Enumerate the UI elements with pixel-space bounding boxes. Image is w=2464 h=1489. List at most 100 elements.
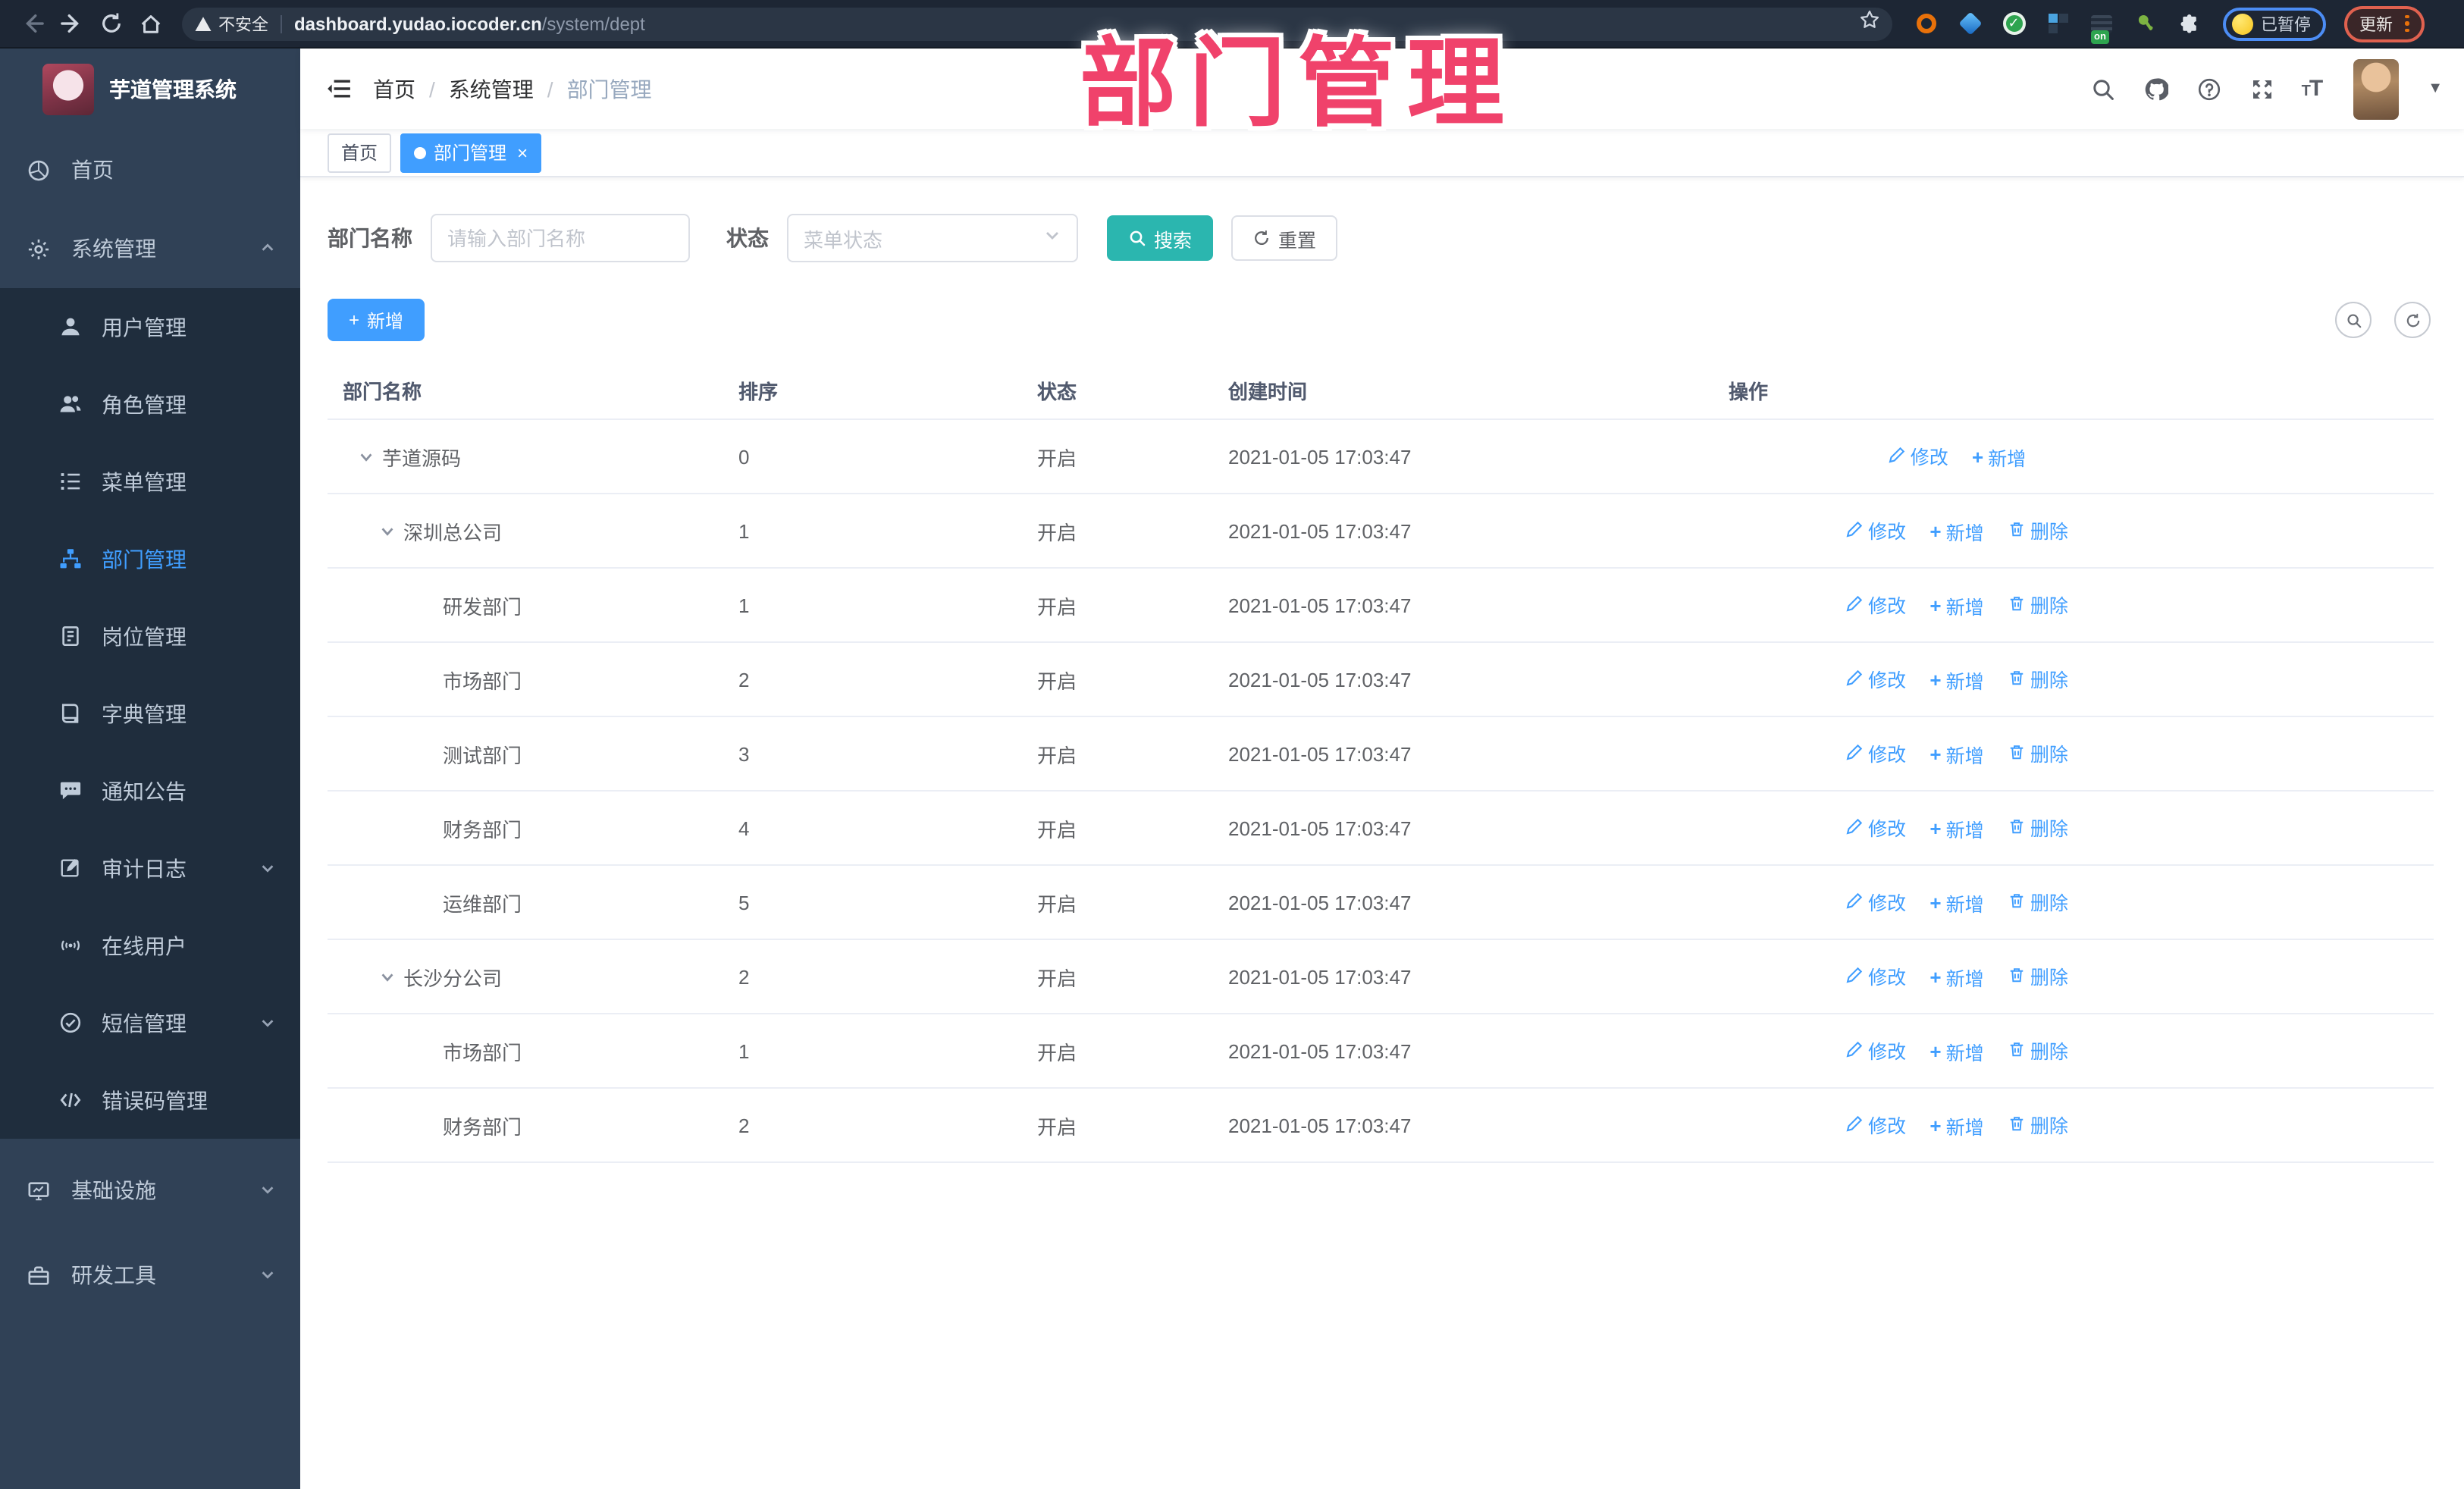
delete-link[interactable]: 删除	[2008, 738, 2068, 767]
avatar-caret-icon[interactable]: ▼	[2428, 80, 2443, 97]
add-child-link[interactable]: + 新增	[1930, 815, 1983, 844]
browser-profile-chip[interactable]: 已暂停	[2223, 7, 2326, 40]
help-icon[interactable]	[2196, 75, 2223, 102]
delete-link[interactable]: 删除	[2008, 1036, 2068, 1064]
extension-key-icon[interactable]	[2133, 11, 2158, 36]
tag-departments[interactable]: 部门管理 ×	[400, 133, 542, 172]
add-child-link[interactable]: + 新增	[1930, 666, 1983, 695]
active-tag-dot	[414, 146, 427, 158]
signal-waves-icon	[61, 940, 80, 951]
close-icon[interactable]: ×	[517, 142, 528, 163]
delete-link[interactable]: 删除	[2008, 516, 2068, 544]
dashboard-icon	[28, 159, 49, 180]
delete-link[interactable]: 删除	[2008, 813, 2068, 842]
add-label: 新增	[1945, 523, 1984, 545]
sidebar-item-online-users[interactable]: 在线用户	[0, 907, 300, 984]
github-icon[interactable]	[2143, 75, 2170, 102]
bookmark-star-icon[interactable]	[1859, 9, 1880, 38]
add-child-link[interactable]: + 新增	[1972, 444, 2026, 472]
add-child-link[interactable]: + 新增	[1930, 518, 1983, 547]
delete-link[interactable]: 删除	[2008, 887, 2068, 916]
delete-link[interactable]: 删除	[2008, 590, 2068, 619]
edit-link[interactable]: 修改	[1845, 664, 1906, 693]
sidebar-item-error-codes[interactable]: 错误码管理	[0, 1061, 300, 1139]
expand-chevron-icon[interactable]	[358, 448, 375, 465]
extension-grid-icon[interactable]	[2045, 11, 2070, 36]
dept-created: 2021-01-05 17:03:47	[1213, 716, 1713, 792]
expand-chevron-icon[interactable]	[379, 522, 396, 539]
dept-sort: 1	[723, 568, 1022, 643]
delete-link[interactable]: 删除	[2008, 1110, 2068, 1139]
tag-home[interactable]: 首页	[328, 133, 392, 172]
font-size-icon[interactable]: TT	[2302, 76, 2324, 102]
status-select[interactable]: 菜单状态	[787, 214, 1078, 262]
add-child-link[interactable]: + 新增	[1930, 741, 1983, 770]
edit-link[interactable]: 修改	[1845, 961, 1906, 990]
not-secure-warning[interactable]: 不安全	[194, 11, 268, 36]
sidebar-item-dict[interactable]: 字典管理	[0, 675, 300, 752]
extension-gem-icon[interactable]	[1958, 11, 1982, 36]
edit-label: 修改	[1868, 818, 1907, 840]
browser-reload-button[interactable]	[91, 4, 130, 43]
chevron-up-icon	[259, 237, 276, 261]
fullscreen-icon[interactable]	[2249, 75, 2276, 102]
extensions-puzzle-icon[interactable]	[2177, 11, 2202, 36]
sidebar-item-users[interactable]: 用户管理	[0, 288, 300, 365]
table-row: 测试部门 3 开启 2021-01-05 17:03:47 修改 + 新增 删除	[328, 716, 2434, 792]
add-child-link[interactable]: + 新增	[1930, 889, 1983, 918]
sidebar-item-menus[interactable]: 菜单管理	[0, 443, 300, 520]
sidebar-item-system[interactable]: 系统管理	[0, 209, 300, 288]
breadcrumb-home[interactable]: 首页	[373, 74, 415, 104]
add-button-label: 新增	[367, 310, 404, 331]
add-child-link[interactable]: + 新增	[1930, 592, 1983, 621]
edit-link[interactable]: 修改	[1845, 1110, 1906, 1139]
edit-link[interactable]: 修改	[1888, 441, 1948, 470]
add-department-button[interactable]: + 新增	[328, 299, 425, 341]
edit-link[interactable]: 修改	[1845, 590, 1906, 619]
add-child-link[interactable]: + 新增	[1930, 1112, 1983, 1141]
search-icon[interactable]	[2089, 75, 2117, 102]
browser-update-button[interactable]: 更新	[2344, 5, 2424, 42]
add-child-link[interactable]: + 新增	[1930, 964, 1983, 992]
delete-link[interactable]: 删除	[2008, 664, 2068, 693]
delete-link[interactable]: 删除	[2008, 961, 2068, 990]
trash-icon	[2010, 597, 2024, 611]
browser-forward-button[interactable]	[52, 4, 91, 43]
edit-link[interactable]: 修改	[1845, 813, 1906, 842]
edit-link[interactable]: 修改	[1845, 1036, 1906, 1064]
back-arrow-icon	[25, 14, 43, 33]
edit-link[interactable]: 修改	[1845, 738, 1906, 767]
dept-name-input[interactable]	[431, 214, 690, 262]
sidebar-item-home[interactable]: 首页	[0, 130, 300, 209]
sidebar-item-roles[interactable]: 角色管理	[0, 365, 300, 443]
edit-link[interactable]: 修改	[1845, 516, 1906, 544]
browser-home-button[interactable]	[130, 4, 170, 43]
edit-icon	[1846, 596, 1863, 612]
sidebar-item-sms[interactable]: 短信管理	[0, 984, 300, 1061]
search-button[interactable]: 搜索	[1107, 215, 1214, 261]
avatar[interactable]	[2353, 58, 2400, 119]
add-label: 新增	[1945, 672, 1984, 694]
extension-green-check-icon[interactable]: ✓	[2002, 11, 2026, 36]
refresh-table-button[interactable]	[2394, 302, 2431, 338]
plus-icon: +	[1930, 594, 1942, 618]
sidebar-item-departments[interactable]: 部门管理	[0, 520, 300, 597]
sidebar-collapse-button[interactable]	[315, 66, 361, 111]
browser-back-button[interactable]	[12, 4, 52, 43]
sidebar-item-posts[interactable]: 岗位管理	[0, 597, 300, 675]
add-child-link[interactable]: + 新增	[1930, 1038, 1983, 1067]
sidebar-item-infrastructure[interactable]: 基础设施	[0, 1148, 300, 1233]
id-badge-icon	[62, 626, 79, 646]
edit-link[interactable]: 修改	[1845, 887, 1906, 916]
sidebar-item-notices[interactable]: 通知公告	[0, 752, 300, 829]
sidebar-item-audit-log[interactable]: 审计日志	[0, 829, 300, 907]
address-bar[interactable]: 不安全 dashboard.yudao.iocoder.cn/system/de…	[182, 7, 1892, 40]
extension-on-badge-icon[interactable]: on	[2089, 11, 2114, 43]
reset-button[interactable]: 重置	[1231, 215, 1338, 261]
show-search-toggle-button[interactable]	[2335, 302, 2372, 338]
browser-menu-icon[interactable]	[2405, 14, 2409, 33]
expand-chevron-icon[interactable]	[379, 968, 396, 985]
sidebar-item-dev-tools[interactable]: 研发工具	[0, 1233, 300, 1318]
extension-orange-icon[interactable]	[1914, 11, 1938, 36]
breadcrumb-system[interactable]: 系统管理	[449, 74, 534, 104]
